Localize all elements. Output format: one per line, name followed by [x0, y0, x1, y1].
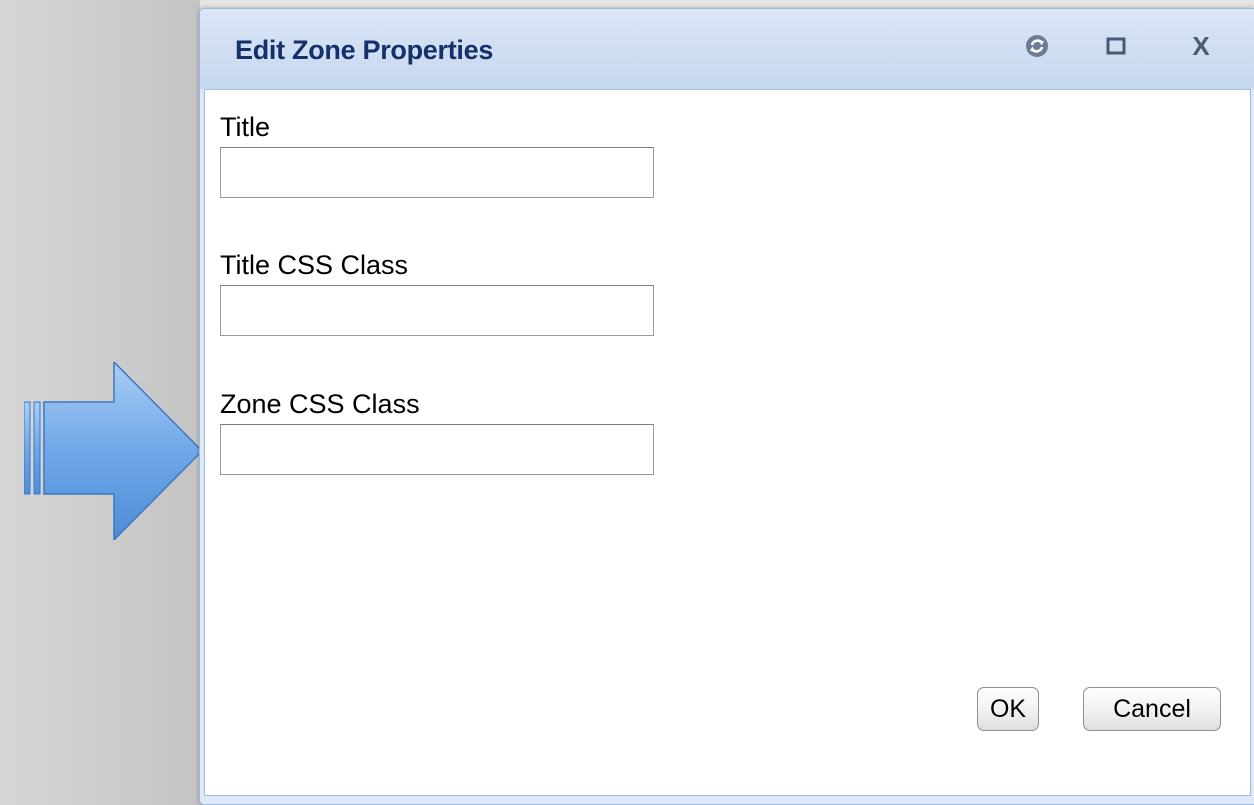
ok-button[interactable]: OK: [977, 687, 1039, 731]
dialog-title: Edit Zone Properties: [235, 35, 494, 65]
close-button[interactable]: X: [1184, 29, 1218, 63]
title-label: Title: [220, 112, 271, 142]
refresh-icon: [1026, 35, 1048, 57]
cancel-button[interactable]: Cancel: [1083, 687, 1221, 731]
maximize-button[interactable]: [1099, 29, 1133, 63]
refresh-button[interactable]: [1020, 29, 1054, 63]
title-input[interactable]: [220, 147, 654, 198]
pointer-arrow-icon: [24, 362, 204, 540]
dialog-body: Title Title CSS Class Zone CSS Class OK …: [204, 89, 1251, 796]
zone-css-class-label: Zone CSS Class: [220, 389, 420, 419]
title-css-class-label: Title CSS Class: [220, 250, 409, 280]
close-icon: X: [1192, 30, 1210, 61]
edit-zone-properties-dialog: Edit Zone Properties X Title Title CSS C…: [199, 8, 1254, 805]
dialog-titlebar[interactable]: Edit Zone Properties X: [200, 9, 1254, 89]
zone-css-class-input[interactable]: [220, 424, 654, 475]
maximize-icon: [1106, 37, 1126, 55]
title-css-class-input[interactable]: [220, 285, 654, 336]
